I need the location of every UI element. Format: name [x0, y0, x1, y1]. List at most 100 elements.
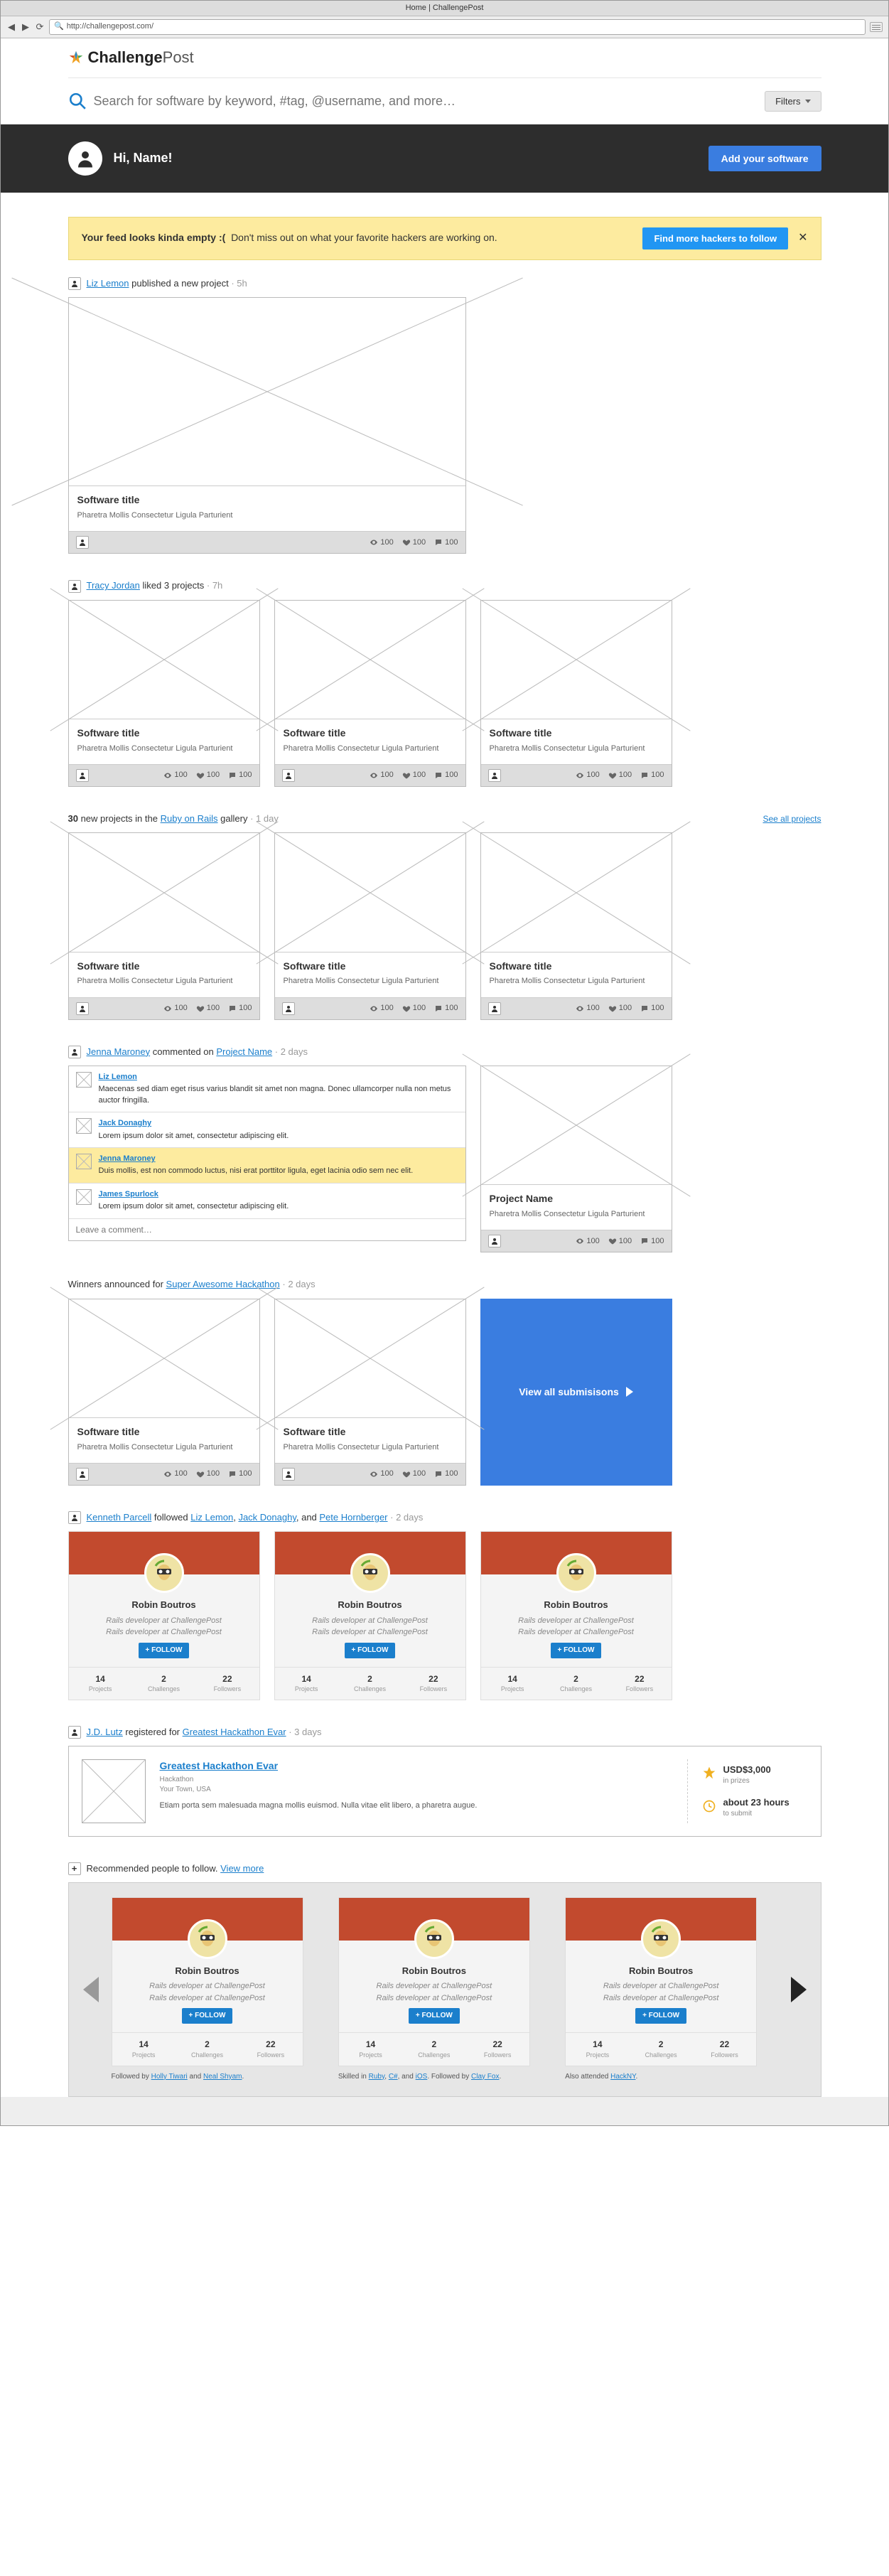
- card-author-icon[interactable]: [76, 1002, 89, 1015]
- follow-button[interactable]: + FOLLOW: [182, 2008, 233, 2024]
- user-avatar-icon[interactable]: [68, 1511, 81, 1524]
- card-author-icon[interactable]: [76, 1468, 89, 1481]
- user-link[interactable]: Jenna Maroney: [87, 1046, 151, 1057]
- project-card[interactable]: Software title Pharetra Mollis Consectet…: [480, 832, 672, 1019]
- browser-reload-icon[interactable]: ⟳: [35, 22, 45, 32]
- user-avatar: [641, 1919, 681, 1959]
- project-card[interactable]: Software title Pharetra Mollis Consectet…: [480, 600, 672, 787]
- user-avatar-icon[interactable]: [68, 1726, 81, 1739]
- find-hackers-button[interactable]: Find more hackers to follow: [642, 227, 788, 249]
- user-link[interactable]: Pete Hornberger: [319, 1512, 387, 1523]
- user-link[interactable]: Kenneth Parcell: [87, 1512, 152, 1523]
- filters-button[interactable]: Filters: [765, 91, 821, 112]
- user-avatar-icon[interactable]: [68, 1046, 81, 1058]
- carousel-next-icon[interactable]: [791, 1977, 807, 2002]
- logo-mark-icon: [68, 50, 84, 65]
- browser-url-bar[interactable]: 🔍 http://challengepost.com/: [49, 19, 866, 34]
- card-author-icon[interactable]: [76, 769, 89, 782]
- follow-button[interactable]: + FOLLOW: [551, 1643, 602, 1658]
- carousel-prev-icon[interactable]: [83, 1977, 99, 2002]
- comment-user-link[interactable]: Liz Lemon: [99, 1072, 458, 1083]
- comment-avatar[interactable]: [76, 1189, 92, 1205]
- hackathon-link[interactable]: Greatest Hackathon Evar: [183, 1727, 286, 1737]
- search-input[interactable]: [94, 94, 757, 109]
- card-author-icon[interactable]: [282, 769, 295, 782]
- comment-avatar[interactable]: [76, 1118, 92, 1134]
- user-link[interactable]: Jack Donaghy: [238, 1512, 296, 1523]
- project-card[interactable]: Software title Pharetra Mollis Consectet…: [274, 600, 466, 787]
- add-software-button[interactable]: Add your software: [708, 146, 821, 171]
- comment: Liz LemonMaecenas sed diam eget risus va…: [69, 1066, 465, 1112]
- comment-input[interactable]: [69, 1219, 465, 1240]
- card-author-icon[interactable]: [76, 536, 89, 549]
- event-link[interactable]: HackNY: [610, 2073, 635, 2081]
- user-link[interactable]: Clay Fox: [471, 2073, 499, 2081]
- comments-stat: 100: [640, 770, 664, 780]
- comment-user-link[interactable]: Jack Donaghy: [99, 1118, 289, 1129]
- project-card[interactable]: Software title Pharetra Mollis Consectet…: [68, 297, 466, 554]
- comment-user-link[interactable]: James Spurlock: [99, 1189, 289, 1200]
- project-card[interactable]: Software title Pharetra Mollis Consectet…: [68, 832, 260, 1019]
- user-card[interactable]: Robin Boutros Rails developer at Challen…: [565, 1897, 757, 2066]
- project-card[interactable]: Software title Pharetra Mollis Consectet…: [68, 1299, 260, 1486]
- follow-button[interactable]: + FOLLOW: [409, 2008, 460, 2024]
- follow-button[interactable]: + FOLLOW: [635, 2008, 686, 2024]
- user-card[interactable]: Robin Boutros Rails developer at Challen…: [274, 1531, 466, 1700]
- action-text: liked 3 projects: [143, 580, 205, 591]
- project-link[interactable]: Project Name: [216, 1046, 272, 1057]
- browser-url-text: http://challengepost.com/: [67, 21, 153, 32]
- comment-avatar[interactable]: [76, 1154, 92, 1169]
- cta-label: View all submisisons: [519, 1385, 619, 1400]
- action-text: new projects in the: [78, 813, 161, 824]
- user-card[interactable]: Robin Boutros Rails developer at Challen…: [338, 1897, 530, 2066]
- user-link[interactable]: J.D. Lutz: [87, 1727, 123, 1737]
- view-all-submissions-button[interactable]: View all submisisons: [480, 1299, 672, 1486]
- site-logo[interactable]: ChallengePost: [68, 47, 821, 69]
- see-all-link[interactable]: See all projects: [763, 813, 821, 825]
- project-card[interactable]: Software title Pharetra Mollis Consectet…: [274, 1299, 466, 1486]
- follow-button[interactable]: + FOLLOW: [139, 1643, 190, 1658]
- likes-stat: 100: [608, 1003, 632, 1014]
- user-link[interactable]: Liz Lemon: [87, 278, 129, 289]
- comment-user-link[interactable]: Jenna Maroney: [99, 1154, 414, 1164]
- gallery-link[interactable]: Ruby on Rails: [161, 813, 218, 824]
- user-card[interactable]: Robin Boutros Rails developer at Challen…: [480, 1531, 672, 1700]
- hackathon-link[interactable]: Super Awesome Hackathon: [166, 1279, 280, 1289]
- empty-feed-banner: Your feed looks kinda empty :( Don't mis…: [68, 217, 821, 260]
- comment-avatar[interactable]: [76, 1072, 92, 1088]
- skill-link[interactable]: C#: [389, 2073, 398, 2081]
- card-subtitle: Pharetra Mollis Consectetur Ligula Partu…: [284, 1442, 457, 1453]
- recommendation-note: Followed by Holly Tiwari and Neal Shyam.: [112, 2072, 324, 2082]
- card-author-icon[interactable]: [282, 1468, 295, 1481]
- card-author-icon[interactable]: [488, 1235, 501, 1247]
- browser-back-icon[interactable]: ◀: [6, 22, 16, 32]
- follow-button[interactable]: + FOLLOW: [345, 1643, 396, 1658]
- user-avatar-icon[interactable]: [68, 580, 81, 593]
- user-link[interactable]: Liz Lemon: [190, 1512, 233, 1523]
- comment-text: Duis mollis, est non commodo luctus, nis…: [99, 1166, 414, 1175]
- project-card[interactable]: Software title Pharetra Mollis Consectet…: [274, 832, 466, 1019]
- user-link[interactable]: Holly Tiwari: [151, 2073, 188, 2081]
- browser-forward-icon[interactable]: ▶: [21, 22, 31, 32]
- followers-stat: 22Followers: [465, 2033, 529, 2065]
- project-card[interactable]: Project Name Pharetra Mollis Consectetur…: [480, 1066, 672, 1252]
- user-avatar: [188, 1919, 227, 1959]
- hackathon-title[interactable]: Greatest Hackathon Evar: [160, 1760, 279, 1771]
- card-author-icon[interactable]: [282, 1002, 295, 1015]
- user-card[interactable]: Robin Boutros Rails developer at Challen…: [68, 1531, 260, 1700]
- user-link[interactable]: Tracy Jordan: [87, 580, 140, 591]
- card-author-icon[interactable]: [488, 1002, 501, 1015]
- user-link[interactable]: Neal Shyam: [203, 2073, 242, 2081]
- user-card[interactable]: Robin Boutros Rails developer at Challen…: [112, 1897, 303, 2066]
- user-avatar[interactable]: [68, 141, 102, 176]
- view-more-link[interactable]: View more: [220, 1863, 264, 1874]
- close-icon[interactable]: ✕: [798, 230, 807, 246]
- challenges-stat: 2Challenges: [132, 1668, 195, 1700]
- skill-link[interactable]: Ruby: [369, 2073, 385, 2081]
- browser-menu-icon[interactable]: [870, 22, 883, 32]
- skill-link[interactable]: iOS: [416, 2073, 428, 2081]
- views-stat: 100: [370, 1469, 393, 1479]
- card-author-icon[interactable]: [488, 769, 501, 782]
- project-card[interactable]: Software title Pharetra Mollis Consectet…: [68, 600, 260, 787]
- user-avatar-icon[interactable]: [68, 277, 81, 290]
